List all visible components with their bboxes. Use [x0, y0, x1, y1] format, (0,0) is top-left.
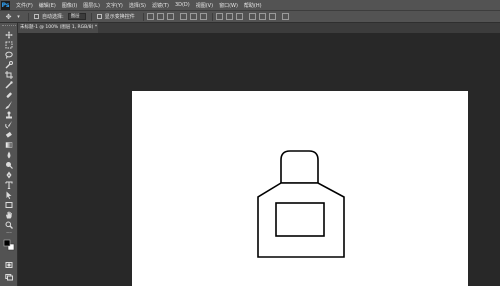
menu-image[interactable]: 图像(I): [62, 2, 77, 9]
distribute-left-icon[interactable]: [248, 13, 256, 20]
color-swatches[interactable]: [3, 239, 15, 251]
quick-mask-icon[interactable]: [3, 261, 15, 269]
distribute-top-icon[interactable]: [215, 13, 223, 20]
type-tool-icon[interactable]: [3, 181, 15, 189]
menu-help[interactable]: 帮助(H): [244, 2, 262, 9]
tools-panel: ···: [0, 23, 18, 286]
align-bottom-icon[interactable]: [166, 13, 174, 20]
menu-file[interactable]: 文件(F): [16, 2, 33, 9]
menu-type[interactable]: 文字(Y): [106, 2, 123, 9]
hand-tool-icon[interactable]: [3, 211, 15, 219]
crop-tool-icon[interactable]: [3, 71, 15, 79]
separator: [90, 12, 92, 21]
auto-align-layers-icon[interactable]: [281, 13, 289, 20]
distribute-bottom-icon[interactable]: [235, 13, 243, 20]
panel-grip[interactable]: [2, 25, 16, 27]
move-tool-icon[interactable]: [3, 31, 15, 39]
options-bar: ✥ ▾ 自动选择: 图层 显示变换控件: [0, 10, 500, 23]
gradient-tool-icon[interactable]: [3, 141, 15, 149]
document-canvas[interactable]: [132, 91, 468, 286]
blur-tool-icon[interactable]: [3, 151, 15, 159]
quick-selection-tool-icon[interactable]: [3, 61, 15, 69]
document-tab[interactable]: 未标题-1 @ 100% (图层 1, RGB/8) *: [18, 23, 98, 33]
bottle-body-shape: [257, 182, 345, 258]
align-horizontal-center-icon[interactable]: [189, 13, 197, 20]
photoshop-logo: Ps: [1, 0, 10, 10]
document-tab-bar: 未标题-1 @ 100% (图层 1, RGB/8) *: [18, 23, 500, 33]
auto-select-checkbox[interactable]: [34, 14, 39, 19]
bottle-cap-shape: [280, 150, 319, 184]
menu-edit[interactable]: 编辑(E): [39, 2, 56, 9]
marquee-tool-icon[interactable]: [3, 41, 15, 49]
show-transform-label: 显示变换控件: [104, 14, 135, 20]
more-tools-icon[interactable]: ···: [3, 230, 15, 238]
eraser-tool-icon[interactable]: [3, 131, 15, 139]
menu-filter[interactable]: 滤镜(T): [152, 2, 169, 9]
path-selection-tool-icon[interactable]: [3, 191, 15, 199]
menu-3d[interactable]: 3D(D): [175, 2, 190, 8]
healing-brush-tool-icon[interactable]: [3, 91, 15, 99]
separator: [28, 12, 29, 21]
clone-stamp-tool-icon[interactable]: [3, 111, 15, 119]
foreground-color-swatch: [3, 239, 11, 247]
dodge-tool-icon[interactable]: [3, 161, 15, 169]
auto-select-label: 自动选择:: [42, 14, 64, 20]
distribute-horizontal-center-icon[interactable]: [258, 13, 266, 20]
auto-select-dropdown[interactable]: 图层: [67, 13, 86, 20]
separator: [211, 12, 213, 21]
align-vertical-center-icon[interactable]: [156, 13, 164, 20]
brush-tool-icon[interactable]: [3, 101, 15, 109]
zoom-tool-icon[interactable]: [3, 221, 15, 229]
eyedropper-tool-icon[interactable]: [3, 81, 15, 89]
show-transform-checkbox[interactable]: [96, 14, 102, 19]
history-brush-tool-icon[interactable]: [3, 121, 15, 129]
tool-preset-chevron-icon[interactable]: ▾: [14, 12, 23, 21]
menu-window[interactable]: 窗口(W): [219, 2, 238, 9]
menu-bar: Ps 文件(F) 编辑(E) 图像(I) 图层(L) 文字(Y) 选择(S) 滤…: [0, 0, 500, 10]
screen-mode-icon[interactable]: [3, 273, 15, 281]
distribute-right-icon[interactable]: [268, 13, 276, 20]
separator: [142, 12, 144, 21]
menu-view[interactable]: 视图(V): [196, 2, 213, 9]
menu-layer[interactable]: 图层(L): [83, 2, 100, 9]
menu-select[interactable]: 选择(S): [129, 2, 146, 9]
align-top-icon[interactable]: [146, 13, 154, 20]
pen-tool-icon[interactable]: [3, 171, 15, 179]
align-left-icon[interactable]: [179, 13, 187, 20]
align-right-icon[interactable]: [199, 13, 207, 20]
move-tool-icon[interactable]: ✥: [4, 12, 13, 21]
bottle-drawing: [257, 150, 345, 258]
distribute-vertical-center-icon[interactable]: [225, 13, 233, 20]
rectangle-tool-icon[interactable]: [3, 201, 15, 209]
lasso-tool-icon[interactable]: [3, 51, 15, 59]
